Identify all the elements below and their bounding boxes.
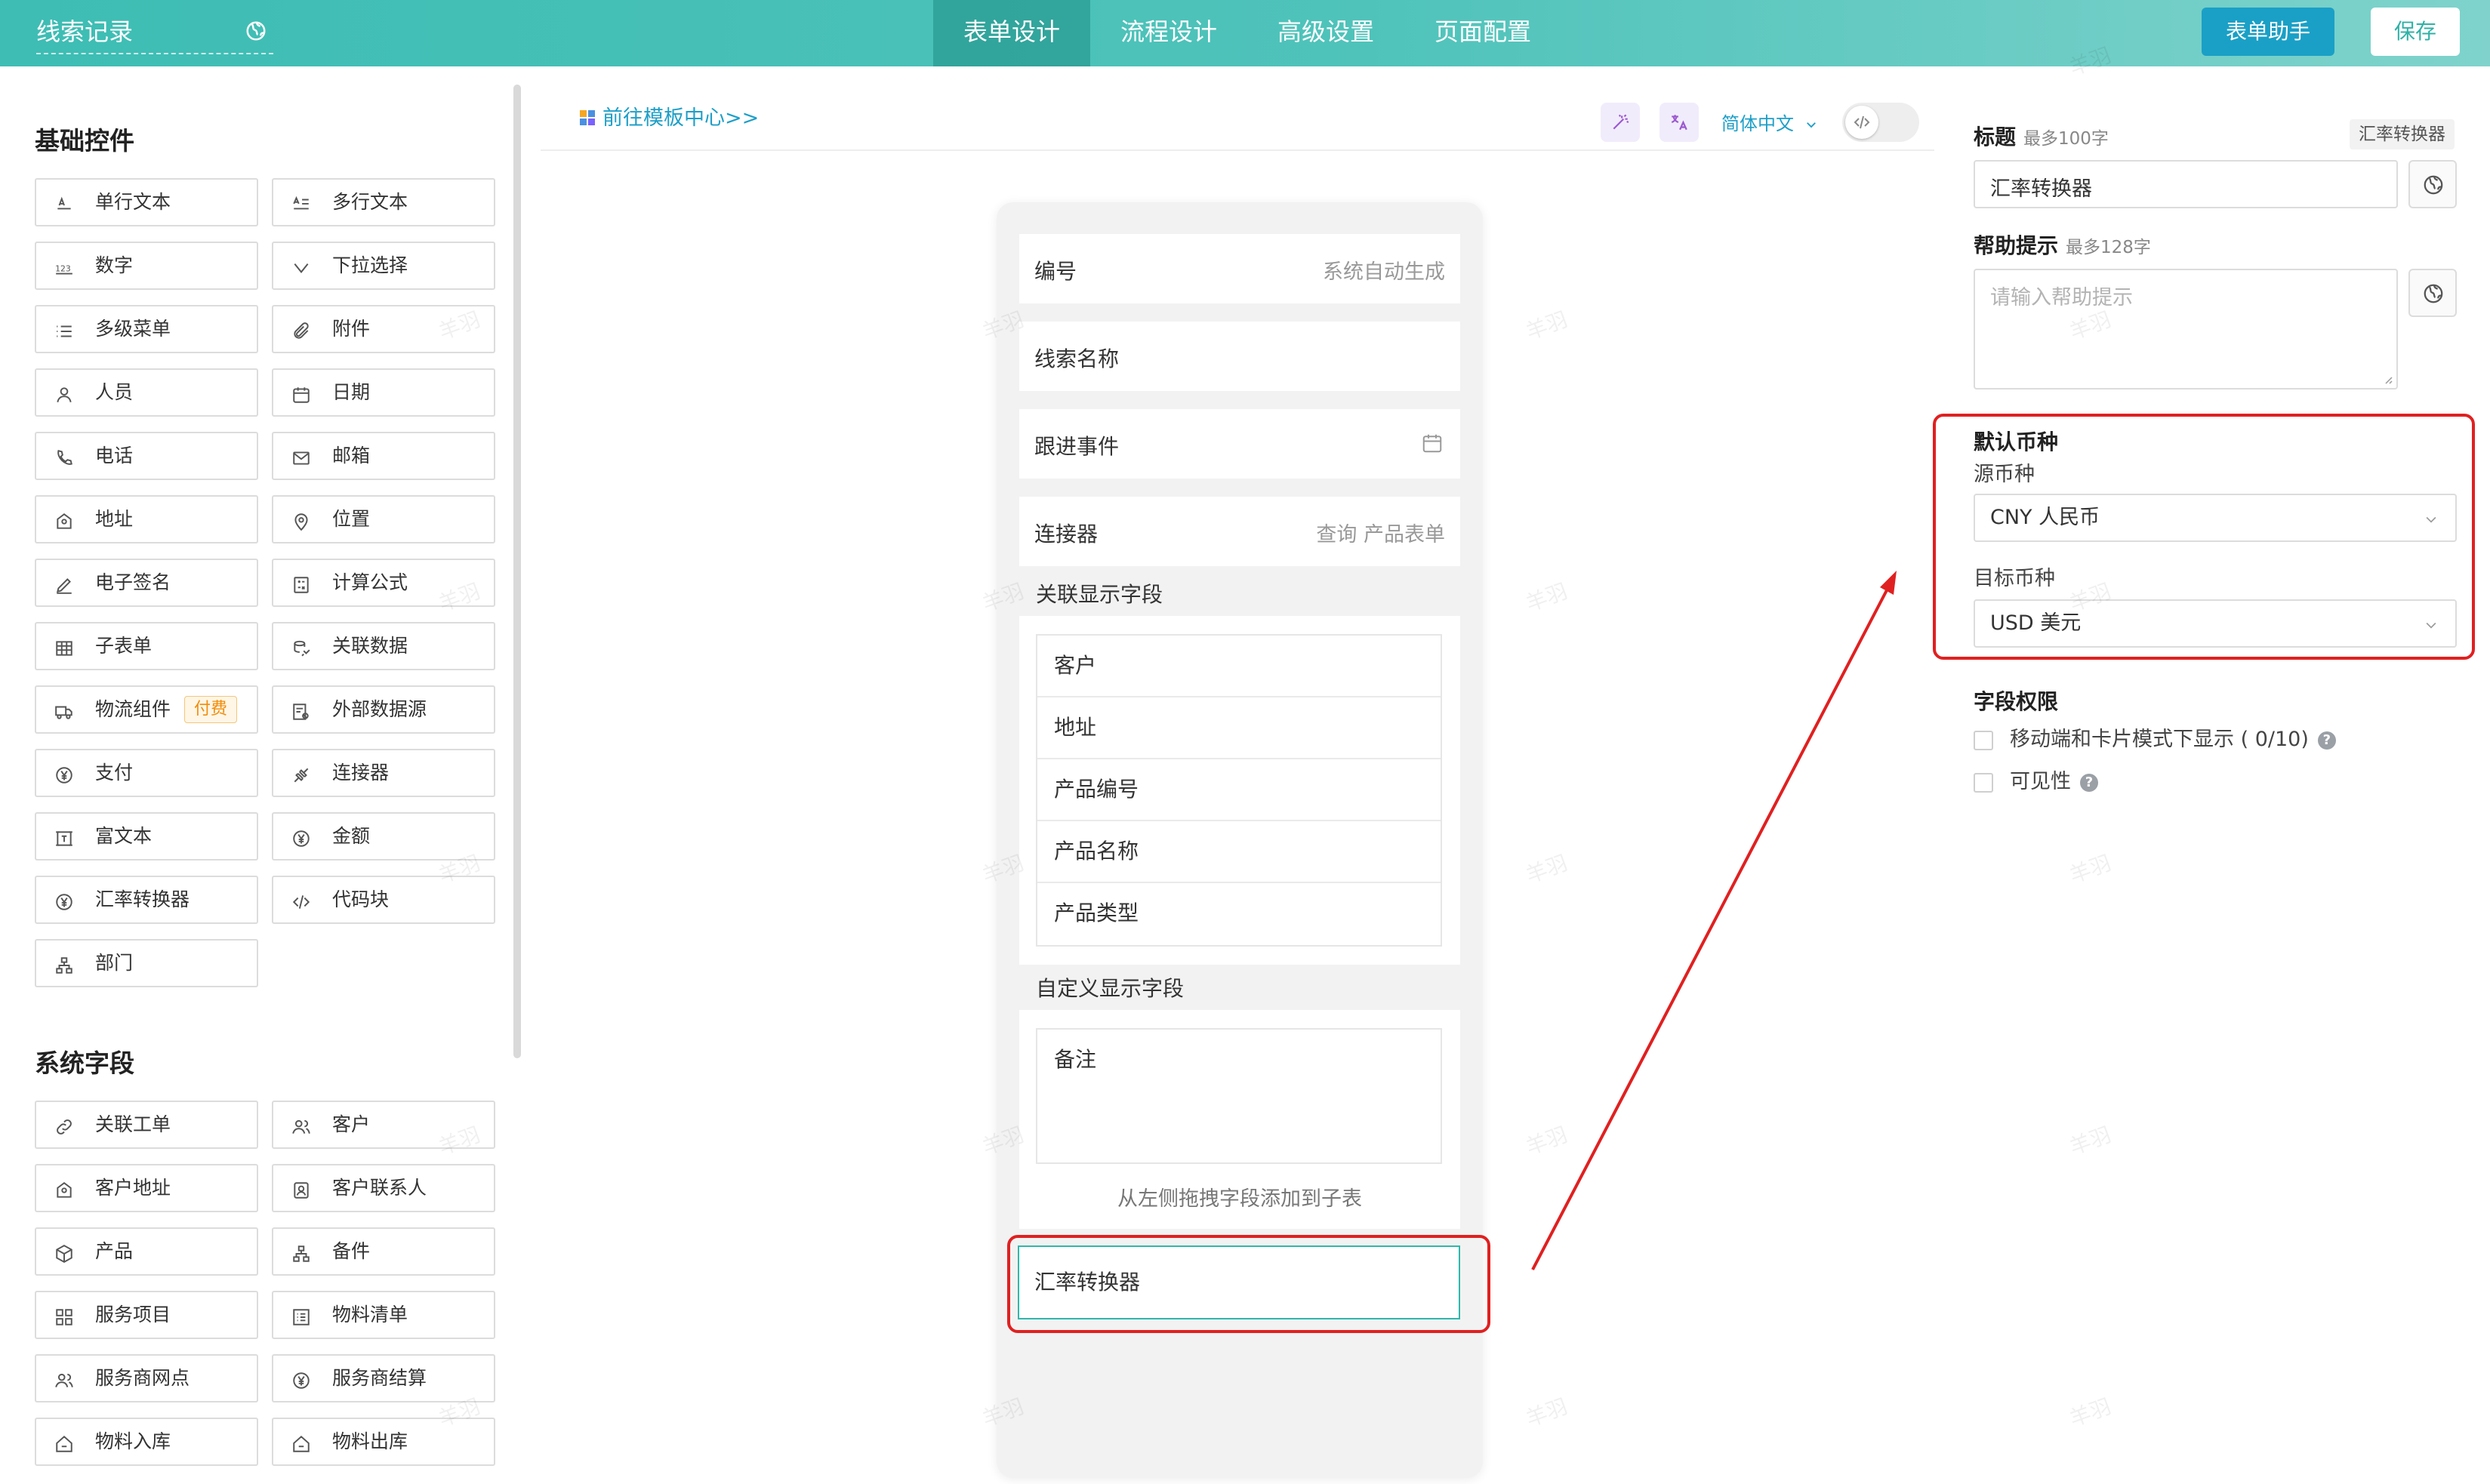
help-prop-label: 帮助提示 最多128字 (1974, 229, 2151, 260)
globe-icon (2424, 175, 2443, 195)
title-label: 标题 (1974, 125, 2017, 149)
help-placeholder: 请输入帮助提示 (1990, 286, 2133, 309)
title-input[interactable]: 汇率转换器 (1974, 160, 2398, 208)
title-prop-label: 标题 最多100字 (1974, 121, 2109, 151)
perm-mobile-checkbox[interactable] (1974, 731, 1993, 750)
field-type-tag: 汇率转换器 (2350, 119, 2455, 149)
help-translate-button[interactable] (2408, 269, 2457, 317)
perm-visible-checkbox[interactable] (1974, 773, 1993, 793)
perm-mobile-label: 移动端和卡片模式下显示 ( 0/10) (2010, 728, 2309, 751)
perm-visible-label: 可见性 (2010, 770, 2071, 793)
help-hint: 最多128字 (2066, 238, 2151, 257)
help-question-icon[interactable]: ? (2317, 731, 2336, 750)
title-input-value: 汇率转换器 (1990, 177, 2092, 201)
help-textarea[interactable]: 请输入帮助提示 (1974, 269, 2398, 389)
help-question-icon[interactable]: ? (2080, 774, 2098, 792)
help-label: 帮助提示 (1974, 233, 2059, 258)
title-translate-button[interactable] (2408, 160, 2457, 208)
globe-icon (2424, 284, 2443, 303)
highlight-currency-section (1933, 414, 2475, 660)
title-hint: 最多100字 (2023, 129, 2109, 149)
permission-section-title: 字段权限 (1974, 689, 2059, 714)
resize-handle-icon[interactable] (2381, 373, 2393, 385)
